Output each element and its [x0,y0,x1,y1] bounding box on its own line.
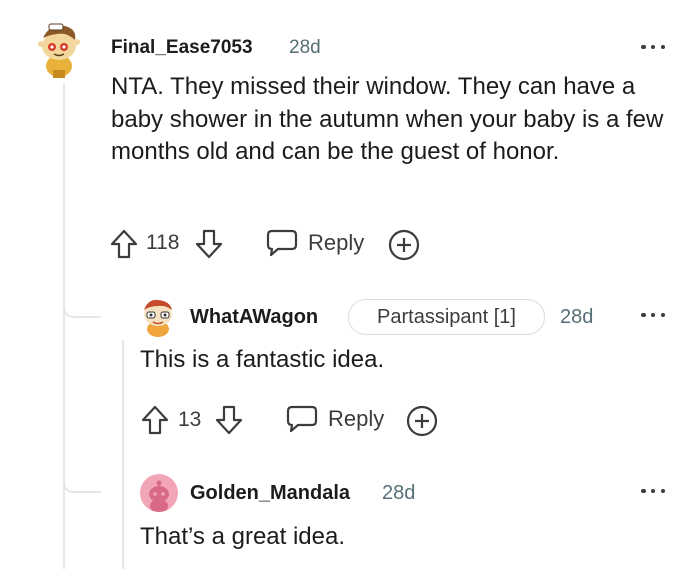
plus-circle-icon[interactable] [405,404,439,438]
avatar[interactable] [140,474,178,512]
reply-label: Reply [308,230,365,255]
timestamp[interactable]: 28d [382,482,415,505]
snoo-avatar-icon [38,23,80,78]
arrow-up-icon[interactable] [109,228,139,260]
username[interactable]: Final_Ease7053 [111,37,253,59]
arrow-down-icon[interactable] [214,404,244,436]
snoo-avatar-icon [144,299,172,337]
timestamp[interactable]: 28d [289,37,321,59]
speech-bubble-icon [286,405,318,433]
timestamp[interactable]: 28d [560,306,593,329]
thread-connector [63,293,101,318]
comment-body: NTA. They missed their window. They can … [111,73,664,165]
comment-body: This is a fantastic idea. [140,346,385,373]
arrow-up-icon[interactable] [140,404,170,436]
thread-connector [63,468,101,493]
snoo-avatar-icon [149,480,169,512]
vote-count: 13 [178,408,202,431]
more-options-icon[interactable] [641,311,665,319]
reply-button[interactable]: Reply [286,405,384,433]
username[interactable]: WhatAWagon [190,306,318,329]
thread-line[interactable] [122,340,124,569]
user-flair: Partassipant [1] [348,299,545,335]
username[interactable]: Golden_Mandala [190,482,350,505]
arrow-down-icon[interactable] [194,228,224,260]
comment-body: That’s a great idea. [140,523,346,550]
speech-bubble-icon [266,229,298,257]
more-options-icon[interactable] [641,487,665,495]
avatar[interactable] [37,20,81,80]
vote-count: 118 [146,231,180,254]
avatar[interactable] [140,296,176,338]
plus-circle-icon[interactable] [387,228,421,262]
more-options-icon[interactable] [641,43,665,51]
reply-button[interactable]: Reply [266,229,364,257]
reply-label: Reply [328,406,385,431]
